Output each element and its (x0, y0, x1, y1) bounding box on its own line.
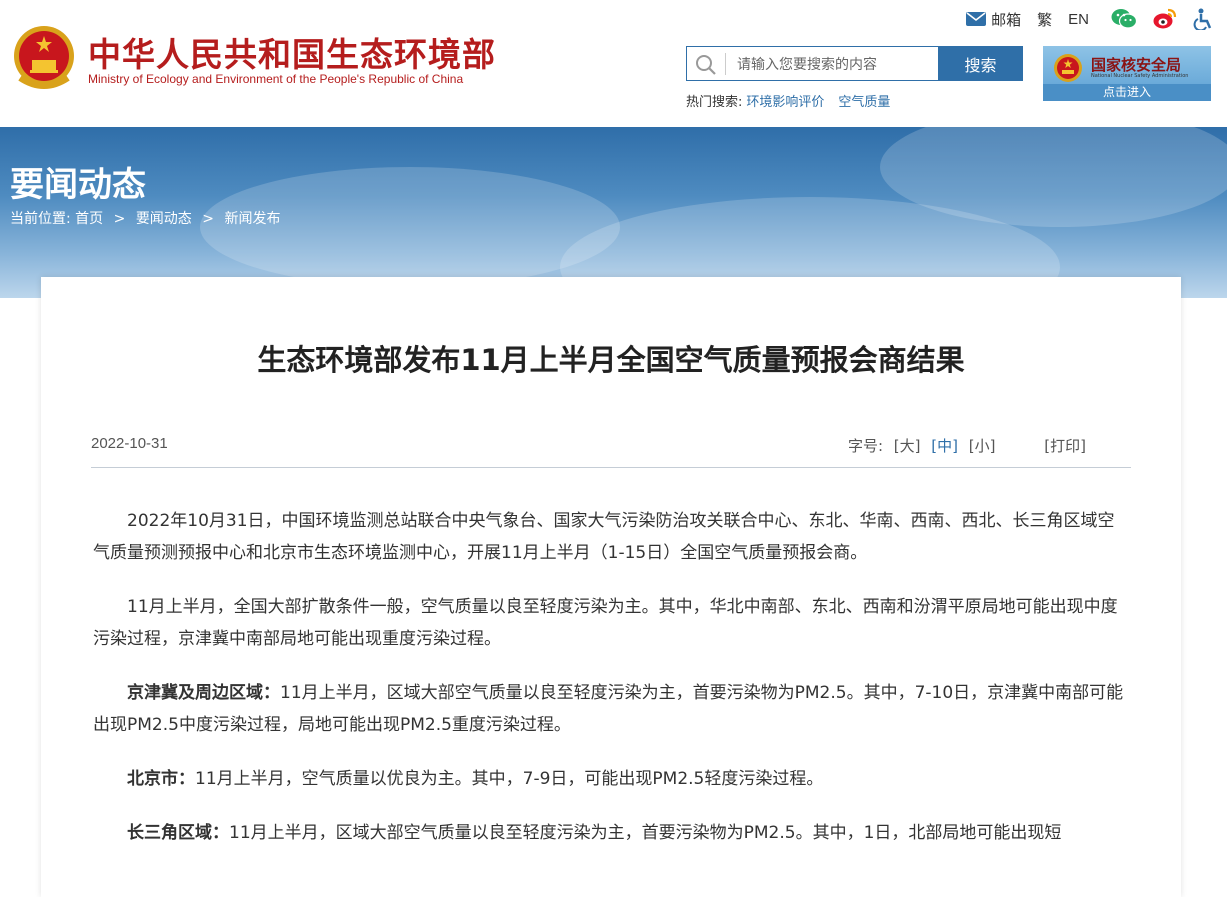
article-paragraph: 长三角区域：11月上半月，区域大部空气质量以良至轻度污染为主，首要污染物为PM2… (93, 817, 1131, 849)
breadcrumb-separator: > (202, 211, 214, 227)
search-divider (725, 53, 726, 75)
breadcrumb-home[interactable]: 首页 (75, 211, 103, 227)
page-banner: 要闻动态 当前位置: 首页 > 要闻动态 > 新闻发布 (0, 127, 1227, 298)
paragraph-text: 11月上半月，空气质量以优良为主。其中，7-9日，可能出现PM2.5轻度污染过程… (195, 769, 824, 789)
nnsa-name-en: National Nuclear Safety Administration (1091, 73, 1189, 79)
paragraph-text: 11月上半月，全国大部扩散条件一般，空气质量以良至轻度污染为主。其中，华北中南部… (93, 597, 1118, 649)
search-box: 搜索 (686, 46, 1023, 81)
font-size-label: 字号: (847, 437, 883, 455)
font-size-large-button[interactable]: [大] (894, 437, 921, 455)
hot-search-eia[interactable]: 环境影响评价 (746, 95, 824, 110)
breadcrumb: 当前位置: 首页 > 要闻动态 > 新闻发布 (10, 208, 280, 228)
traditional-label: 繁 (1037, 10, 1053, 29)
nnsa-name-cn: 国家核安全局 (1091, 56, 1182, 74)
accessibility-link[interactable] (1193, 8, 1213, 30)
paragraph-text: 11月上半月，区域大部空气质量以良至轻度污染为主，首要污染物为PM2.5。其中，… (229, 823, 1062, 843)
search-input[interactable] (731, 48, 949, 79)
article-body: 2022年10月31日，中国环境监测总站联合中央气象台、国家大气污染防治攻关联合… (93, 505, 1131, 871)
breadcrumb-press-release[interactable]: 新闻发布 (224, 211, 280, 227)
national-emblem-small-icon (1054, 54, 1082, 82)
breadcrumb-news[interactable]: 要闻动态 (136, 211, 192, 227)
section-title: 要闻动态 (10, 165, 146, 205)
breadcrumb-label: 当前位置: (10, 211, 71, 227)
font-size-controls: 字号: [大] [中] [小] [打印] (848, 435, 1086, 456)
article-paragraph: 11月上半月，全国大部扩散条件一般，空气质量以良至轻度污染为主。其中，华北中南部… (93, 591, 1131, 655)
traditional-chinese-link[interactable]: 繁 (1037, 9, 1052, 30)
article-date: 2022-10-31 (91, 435, 168, 452)
wechat-link[interactable] (1111, 8, 1137, 30)
paragraph-lead: 北京市： (127, 769, 195, 789)
english-link[interactable]: EN (1068, 11, 1089, 28)
print-button[interactable]: [打印] (1044, 437, 1086, 455)
paragraph-text: 2022年10月31日，中国环境监测总站联合中央气象台、国家大气污染防治攻关联合… (93, 511, 1115, 563)
mail-icon (966, 12, 987, 26)
wechat-icon (1111, 9, 1137, 29)
site-title-en[interactable]: Ministry of Ecology and Environment of t… (88, 72, 463, 86)
paragraph-lead: 长三角区域： (127, 823, 229, 843)
font-size-medium-button[interactable]: [中] (931, 437, 958, 455)
national-emblem-icon[interactable] (12, 22, 76, 92)
font-size-small-button[interactable]: [小] (969, 437, 996, 455)
breadcrumb-separator: > (113, 211, 126, 227)
nnsa-entry-banner[interactable]: 国家核安全局 National Nuclear Safety Administr… (1043, 46, 1211, 101)
article-title: 生态环境部发布11月上半月全国空气质量预报会商结果 (257, 343, 965, 377)
weibo-link[interactable] (1153, 8, 1177, 30)
accessibility-icon (1193, 8, 1212, 30)
article-paragraph: 北京市：11月上半月，空气质量以优良为主。其中，7-9日，可能出现PM2.5轻度… (93, 763, 1131, 795)
article-card: 生态环境部发布11月上半月全国空气质量预报会商结果 2022-10-31 字号:… (41, 277, 1181, 897)
paragraph-lead: 京津冀及周边区域： (127, 683, 280, 703)
hot-search-label: 热门搜索: (686, 95, 743, 110)
search-button[interactable]: 搜索 (938, 46, 1023, 81)
mail-label: 邮箱 (991, 10, 1022, 29)
hot-searches: 热门搜索: 环境影响评价 空气质量 (686, 91, 890, 110)
article-meta: 2022-10-31 字号: [大] [中] [小] [打印] (91, 435, 1131, 468)
mail-link[interactable]: 邮箱 (966, 9, 1021, 30)
english-label: EN (1068, 10, 1089, 28)
site-title-cn[interactable]: 中华人民共和国生态环境部 (88, 28, 496, 76)
hot-search-air-quality[interactable]: 空气质量 (838, 95, 890, 110)
search-icon (696, 55, 716, 75)
article-paragraph: 京津冀及周边区域：11月上半月，区域大部空气质量以良至轻度污染为主，首要污染物为… (93, 677, 1131, 741)
weibo-icon (1153, 8, 1177, 29)
top-links: 邮箱 繁 EN (950, 8, 1213, 30)
nnsa-enter-label: 点击进入 (1043, 84, 1211, 101)
site-header: 中华人民共和国生态环境部 Ministry of Ecology and Env… (0, 0, 1227, 127)
article-paragraph: 2022年10月31日，中国环境监测总站联合中央气象台、国家大气污染防治攻关联合… (93, 505, 1131, 569)
